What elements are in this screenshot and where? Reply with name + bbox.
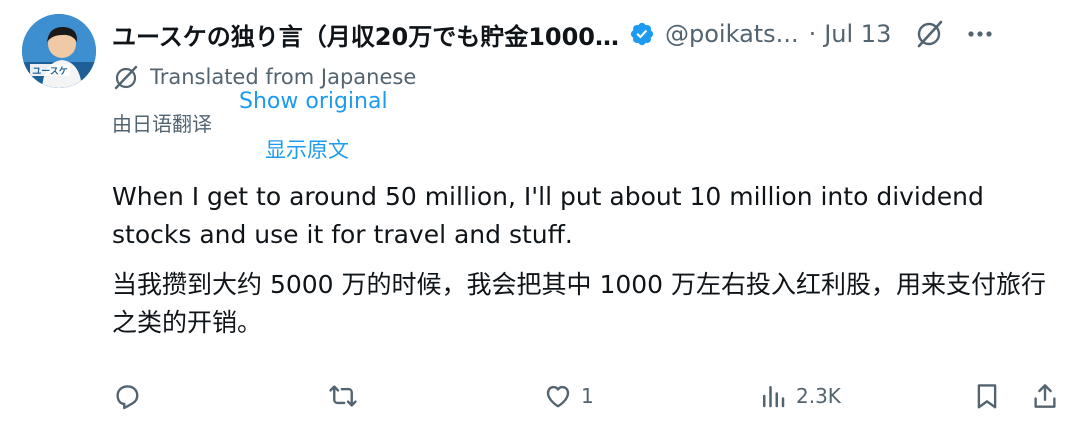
zh-translated-label: 由日语翻译 xyxy=(112,112,212,136)
author-handle[interactable]: @poikats... xyxy=(665,20,799,48)
zh-show-original-link[interactable]: 显示原文 xyxy=(265,134,349,164)
translated-notice: Translated from Japanese xyxy=(112,62,416,92)
like-button[interactable]: 1 xyxy=(543,378,594,414)
tweet-header: ユースケの独り言（月収20万でも貯金1000… @poikats... · Ju… xyxy=(112,14,1070,54)
share-button[interactable] xyxy=(1030,378,1060,414)
verified-badge-icon xyxy=(630,22,654,46)
avatar-label: ユースケ xyxy=(32,66,68,77)
tweet-actions: 1 2.3K xyxy=(110,378,1070,414)
translated-from-label: Translated from Japanese xyxy=(150,65,417,89)
views-icon xyxy=(763,386,785,408)
more-icon[interactable] xyxy=(965,19,995,49)
like-count: 1 xyxy=(581,384,594,408)
retweet-button[interactable] xyxy=(328,378,366,414)
retweet-icon xyxy=(329,385,357,407)
tweet[interactable]: ユースケ ユースケの独り言（月収20万でも貯金1000… @poikats...… xyxy=(0,0,1080,432)
tweet-text-english: When I get to around 50 million, I'll pu… xyxy=(112,182,984,249)
bookmark-icon xyxy=(977,384,997,409)
tweet-text-chinese: 当我攒到大约 5000 万的时候，我会把其中 1000 万左右投入红利股，用来支… xyxy=(112,270,1047,337)
show-original-link[interactable]: Show original xyxy=(239,89,388,114)
like-icon xyxy=(546,385,570,408)
author-display-name[interactable]: ユースケの独り言（月収20万でも貯金1000… xyxy=(112,17,619,52)
views-count: 2.3K xyxy=(796,384,841,408)
bookmark-button[interactable] xyxy=(972,378,1002,414)
separator-dot: · xyxy=(808,20,817,48)
grok-icon[interactable] xyxy=(913,18,945,50)
share-icon xyxy=(1034,384,1056,408)
views-button[interactable]: 2.3K xyxy=(758,378,841,414)
reply-icon xyxy=(116,385,139,410)
tweet-date[interactable]: Jul 13 xyxy=(824,20,891,48)
avatar[interactable]: ユースケ xyxy=(22,14,96,88)
reply-button[interactable] xyxy=(112,378,150,414)
translate-icon xyxy=(114,65,138,90)
